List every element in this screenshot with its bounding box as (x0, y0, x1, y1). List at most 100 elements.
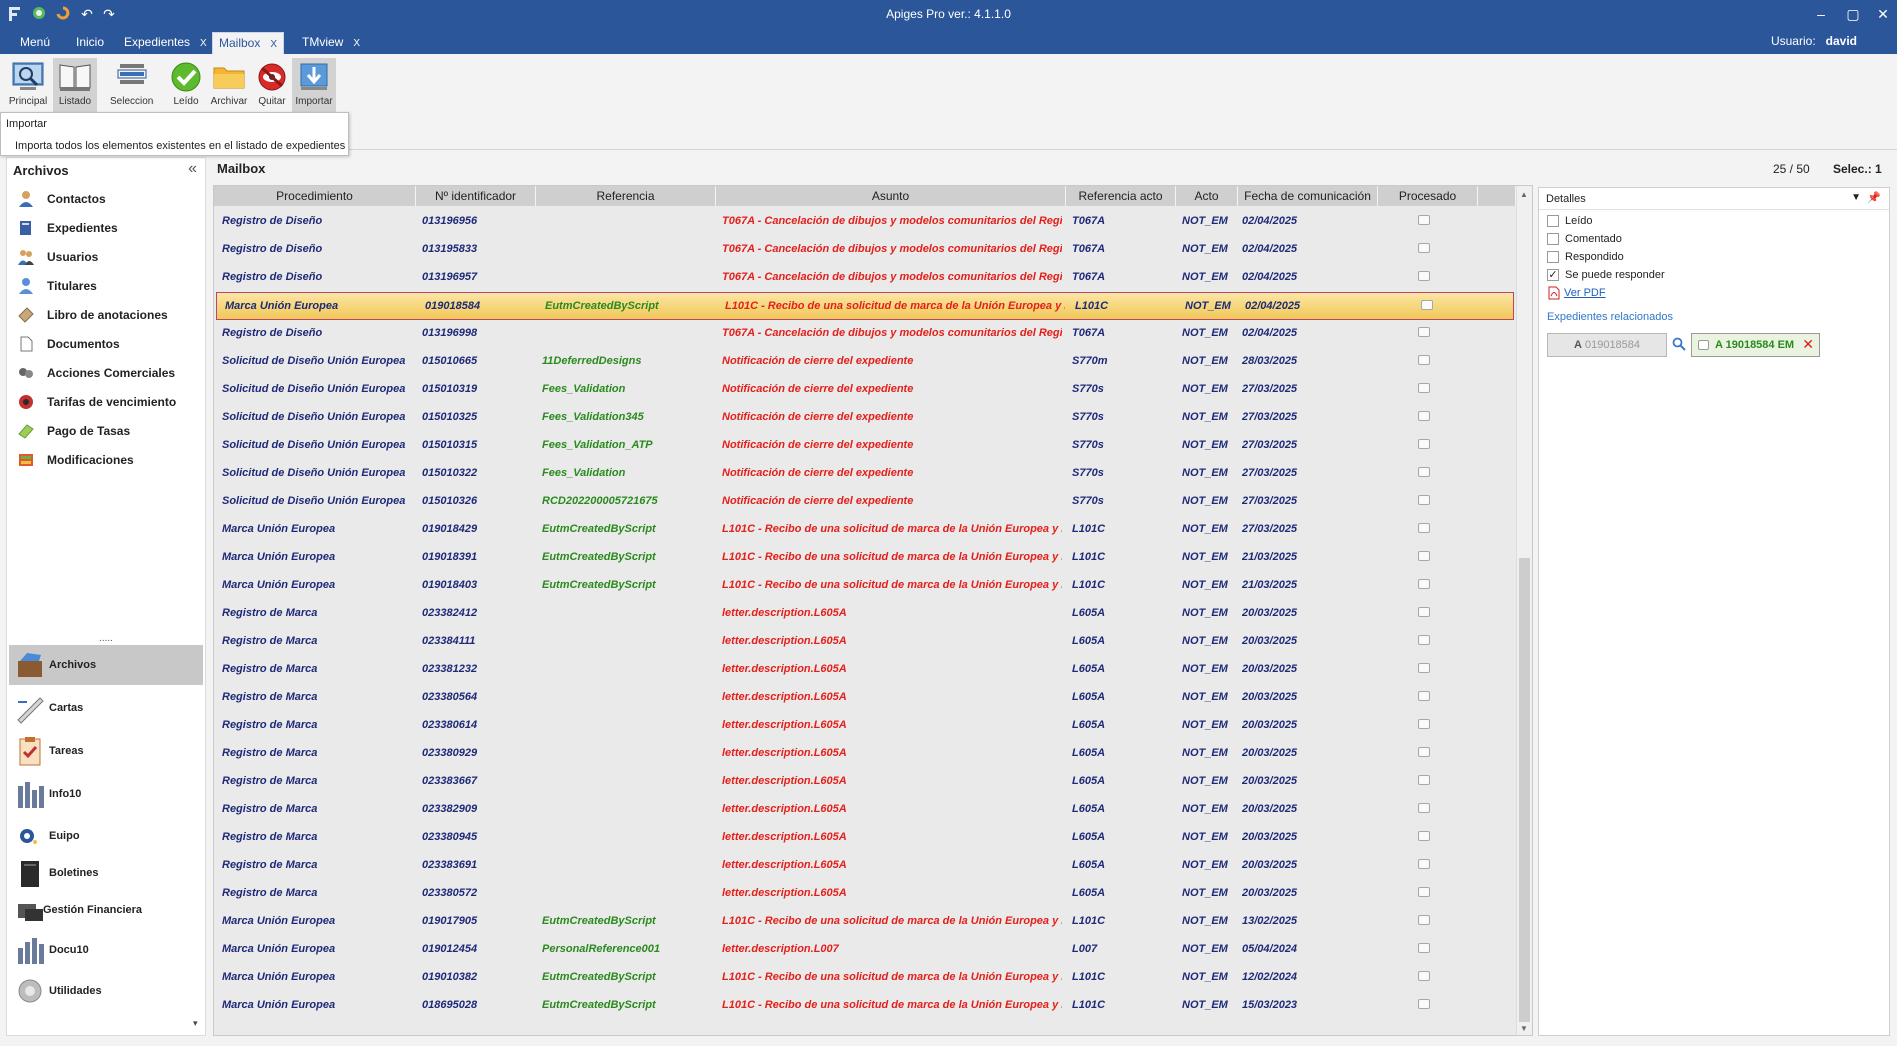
checkbox-box-checked[interactable]: ✓ (1547, 269, 1559, 281)
column-identificador[interactable]: Nº identificador (416, 186, 536, 206)
tab-expedientes[interactable]: Expedientes X (118, 32, 213, 54)
procesado-checkbox[interactable] (1418, 243, 1430, 253)
procesado-checkbox[interactable] (1418, 999, 1430, 1009)
table-row[interactable]: Marca Unión Europea 019018391 EutmCreatedB… (214, 544, 1516, 572)
section-gestion-financiera[interactable]: Gestión Financiera (9, 890, 203, 930)
nav-item-contactos[interactable]: Contactos (17, 188, 203, 210)
table-row[interactable]: Solicitud de Diseño Unión Europea 0150103… (214, 460, 1516, 488)
table-row[interactable]: Solicitud de Diseño Unión Europea 0150103… (214, 432, 1516, 460)
checkbox-box[interactable] (1547, 233, 1559, 245)
section-tareas[interactable]: Tareas (9, 731, 203, 771)
procesado-checkbox[interactable] (1418, 943, 1430, 953)
procesado-checkbox[interactable] (1418, 411, 1430, 421)
procesado-checkbox[interactable] (1418, 271, 1430, 281)
scroll-up-icon[interactable]: ▲ (1520, 190, 1528, 199)
table-row[interactable]: Marca Unión Europea 018695028 EutmCreatedB… (214, 992, 1516, 1020)
table-row[interactable]: Registro de Marca 023380564 letter.descrip… (214, 684, 1516, 712)
section-info10[interactable]: Info10 (9, 774, 203, 814)
column-procesado[interactable]: Procesado (1378, 186, 1478, 206)
table-row[interactable]: Marca Unión Europea 019017905 EutmCreatedB… (214, 908, 1516, 936)
table-row[interactable]: Registro de Diseño 013196957 T067A - Cance… (214, 264, 1516, 292)
procesado-checkbox[interactable] (1418, 439, 1430, 449)
table-row[interactable]: Solicitud de Diseño Unión Europea 0150103… (214, 488, 1516, 516)
section-utilidades[interactable]: Utilidades (9, 971, 203, 1011)
table-row[interactable]: Registro de Marca 023380572 letter.descrip… (214, 880, 1516, 908)
column-referencia[interactable]: Referencia (536, 186, 716, 206)
procesado-checkbox[interactable] (1418, 971, 1430, 981)
table-row[interactable]: Registro de Marca 023382909 letter.descrip… (214, 796, 1516, 824)
scroll-down-icon[interactable]: ▼ (1520, 1024, 1528, 1033)
scroll-thumb[interactable] (1519, 558, 1530, 1022)
table-row[interactable]: Registro de Diseño 013196956 T067A - Cance… (214, 208, 1516, 236)
ribbon-importar-button[interactable]: Importar (292, 58, 336, 116)
table-row[interactable]: Marca Unión Europea 019012454 PersonalRefe… (214, 936, 1516, 964)
nav-item-libro-anotaciones[interactable]: Libro de anotaciones (17, 304, 203, 326)
ribbon-leido-button[interactable]: Leído (164, 58, 208, 116)
table-row-selected[interactable]: Marca Unión Europea 019018584 EutmCreatedB… (216, 292, 1514, 320)
procesado-checkbox[interactable] (1418, 355, 1430, 365)
pin-icon[interactable]: 📌 (1867, 191, 1881, 204)
procesado-checkbox[interactable] (1418, 859, 1430, 869)
procesado-checkbox[interactable] (1418, 383, 1430, 393)
search-icon[interactable] (1672, 337, 1686, 351)
table-row[interactable]: Registro de Diseño 013195833 T067A - Cance… (214, 236, 1516, 264)
procesado-checkbox[interactable] (1418, 215, 1430, 225)
column-fecha[interactable]: Fecha de comunicación (1238, 186, 1378, 206)
procesado-checkbox[interactable] (1418, 719, 1430, 729)
procesado-checkbox[interactable] (1418, 523, 1430, 533)
column-asunto[interactable]: Asunto (716, 186, 1066, 206)
procesado-checkbox[interactable] (1418, 607, 1430, 617)
procesado-checkbox[interactable] (1418, 915, 1430, 925)
procesado-checkbox[interactable] (1418, 467, 1430, 477)
table-row[interactable]: Registro de Marca 023383691 letter.descrip… (214, 852, 1516, 880)
tab-close-icon[interactable]: X (353, 38, 360, 49)
section-boletines[interactable]: Boletines (9, 853, 203, 893)
ribbon-principal-button[interactable]: Principal (6, 58, 50, 116)
section-euipo[interactable]: Euipo (9, 816, 203, 856)
ribbon-quitar-button[interactable]: Quitar (250, 58, 294, 116)
procesado-checkbox[interactable] (1421, 300, 1433, 310)
checkbox-box[interactable] (1547, 251, 1559, 263)
procesado-checkbox[interactable] (1418, 691, 1430, 701)
tab-mailbox[interactable]: Mailbox X (212, 32, 285, 54)
procesado-checkbox[interactable] (1418, 327, 1430, 337)
procesado-checkbox[interactable] (1418, 579, 1430, 589)
tag-checkbox[interactable] (1698, 340, 1709, 350)
table-row[interactable]: Marca Unión Europea 019018403 EutmCreatedB… (214, 572, 1516, 600)
collapse-icon[interactable]: « (188, 160, 197, 178)
procesado-checkbox[interactable] (1418, 551, 1430, 561)
procesado-checkbox[interactable] (1418, 887, 1430, 897)
minimize-icon[interactable]: – (1806, 4, 1836, 24)
ribbon-archivar-button[interactable]: Archivar (207, 58, 251, 116)
procesado-checkbox[interactable] (1418, 831, 1430, 841)
dropdown-icon[interactable]: ▼ (1851, 192, 1861, 203)
table-row[interactable]: Marca Unión Europea 019018429 EutmCreatedB… (214, 516, 1516, 544)
nav-item-documentos[interactable]: Documentos (17, 333, 203, 355)
table-row[interactable]: Solicitud de Diseño Unión Europea 0150103… (214, 376, 1516, 404)
procesado-checkbox[interactable] (1418, 635, 1430, 645)
table-row[interactable]: Registro de Marca 023381232 letter.descrip… (214, 656, 1516, 684)
table-row[interactable]: Solicitud de Diseño Unión Europea 0150103… (214, 404, 1516, 432)
ribbon-seleccionar-button[interactable]: Seleccionar (110, 58, 154, 116)
section-docu10[interactable]: Docu10 (9, 930, 203, 970)
column-acto[interactable]: Acto (1176, 186, 1238, 206)
nav-item-acciones-comerciales[interactable]: Acciones Comerciales (17, 362, 203, 384)
column-procedimiento[interactable]: Procedimiento (214, 186, 416, 206)
checkbox-box[interactable] (1547, 215, 1559, 227)
column-referencia-acto[interactable]: Referencia acto (1066, 186, 1176, 206)
remove-tag-icon[interactable]: ✕ (1802, 336, 1814, 353)
close-icon[interactable]: ✕ (1868, 4, 1897, 24)
nav-item-titulares[interactable]: Titulares (17, 275, 203, 297)
grid-scrollbar[interactable]: ▲ ▼ (1516, 186, 1532, 1035)
nav-item-pago-tasas[interactable]: Pago de Tasas (17, 420, 203, 442)
procesado-checkbox[interactable] (1418, 663, 1430, 673)
table-row[interactable]: Registro de Marca 023380945 letter.descrip… (214, 824, 1516, 852)
table-row[interactable]: Registro de Marca 023384111 letter.descrip… (214, 628, 1516, 656)
ribbon-listado-button[interactable]: Listado (53, 58, 97, 116)
table-row[interactable]: Registro de Marca 023383667 letter.descrip… (214, 768, 1516, 796)
table-row[interactable]: Registro de Marca 023380614 letter.descrip… (214, 712, 1516, 740)
nav-item-usuarios[interactable]: Usuarios (17, 246, 203, 268)
tab-inicio[interactable]: Inicio (70, 32, 110, 54)
table-row[interactable]: Registro de Marca 023382412 letter.descrip… (214, 600, 1516, 628)
related-file-input[interactable]: A 019018584 (1547, 333, 1667, 357)
